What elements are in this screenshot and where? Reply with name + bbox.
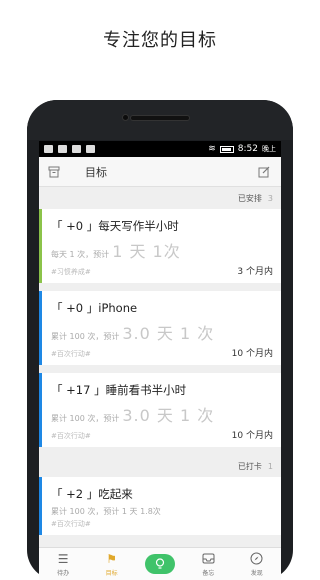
goal-tag: #百次行动# [51,350,91,358]
goal-card[interactable]: 「 +0 」iPhone 累计 100 次，预计 3.0 天 1 次 #百次行动… [39,291,281,365]
goal-meta: 累计 100 次，预计 [51,414,120,423]
goal-color-bar [39,209,42,283]
tab-todo[interactable]: ☰ 待办 [43,552,83,577]
page-headline: 专注您的目标 [103,30,217,51]
goal-title: 「 +0 」iPhone [51,301,138,315]
goal-meta: 每天 1 次，预计 [51,250,110,259]
goal-tag: #百次行动# [51,432,91,440]
edit-icon[interactable] [257,165,271,179]
earpiece-speaker [130,115,190,121]
app-screen: ≋ 8:52 晚上 目标 已安排 3 「 +0 」每天写作半小时 每天 1 次，… [39,141,281,580]
front-camera [122,114,129,121]
status-time: 8:52 [237,144,258,154]
tab-memo[interactable]: 备忘 [188,552,228,577]
goal-card[interactable]: 「 +0 」每天写作半小时 每天 1 次，预计 1 天 1次 #习惯养成# 3 … [39,209,281,283]
goal-color-bar [39,477,42,535]
goal-title: 「 +2 」吃起来 [51,487,133,501]
archive-icon[interactable] [47,165,61,179]
app-bar: 目标 [39,157,281,187]
list-icon: ☰ [57,551,69,566]
section-header-checked-in: 已打卡 1 [39,455,281,477]
goal-tag: #百次行动# [51,520,91,528]
goal-color-bar [39,291,42,365]
bulb-icon [144,554,175,574]
goal-duration: 10 个月内 [231,431,273,441]
status-bar: ≋ 8:52 晚上 [39,141,281,157]
tab-discover[interactable]: 发现 [237,552,277,577]
goal-card[interactable]: 「 +2 」吃起来 累计 100 次，预计 1 天 1.8次 #百次行动# [39,477,281,535]
notification-icon [58,145,67,153]
flag-icon: ⚑ [106,551,117,566]
goal-title: 「 +0 」每天写作半小时 [51,219,179,233]
goal-title: 「 +17 」睡前看书半小时 [51,383,187,397]
goal-frequency: 1 天 1次 [112,242,181,261]
inbox-icon [202,552,215,566]
image-icon [72,145,81,153]
goal-tag: #习惯养成# [51,268,91,276]
goal-card[interactable]: 「 +17 」睡前看书半小时 累计 100 次，预计 3.0 天 1 次 #百次… [39,373,281,447]
tab-goals[interactable]: ⚑ 目标 [92,552,132,577]
notification-icon [44,145,53,153]
goal-color-bar [39,373,42,447]
goal-meta: 累计 100 次，预计 1 天 1.8次 [51,507,161,516]
section-count: 1 [267,461,273,471]
tab-idea[interactable] [140,554,180,574]
app-bar-title: 目标 [85,165,107,179]
goal-duration: 3 个月内 [237,267,273,277]
section-count: 3 [267,193,273,203]
compass-icon [250,552,263,566]
goal-duration: 10 个月内 [231,349,273,359]
phone-top-bezel [27,100,293,140]
section-header-scheduled: 已安排 3 [39,187,281,209]
goal-frequency: 3.0 天 1 次 [122,406,215,425]
goal-frequency: 3.0 天 1 次 [122,324,215,343]
phone-frame: ≋ 8:52 晚上 目标 已安排 3 「 +0 」每天写作半小时 每天 1 次，… [27,100,293,580]
goal-meta: 累计 100 次，预计 [51,332,120,341]
bottom-tab-bar: ☰ 待办 ⚑ 目标 备忘 发现 [39,547,281,580]
battery-icon [219,145,234,153]
section-label: 已打卡 [237,461,262,471]
app-notification-icon [86,145,95,153]
section-label: 已安排 [237,193,262,203]
wifi-icon: ≋ [208,144,216,154]
status-ampm: 晚上 [262,145,276,153]
